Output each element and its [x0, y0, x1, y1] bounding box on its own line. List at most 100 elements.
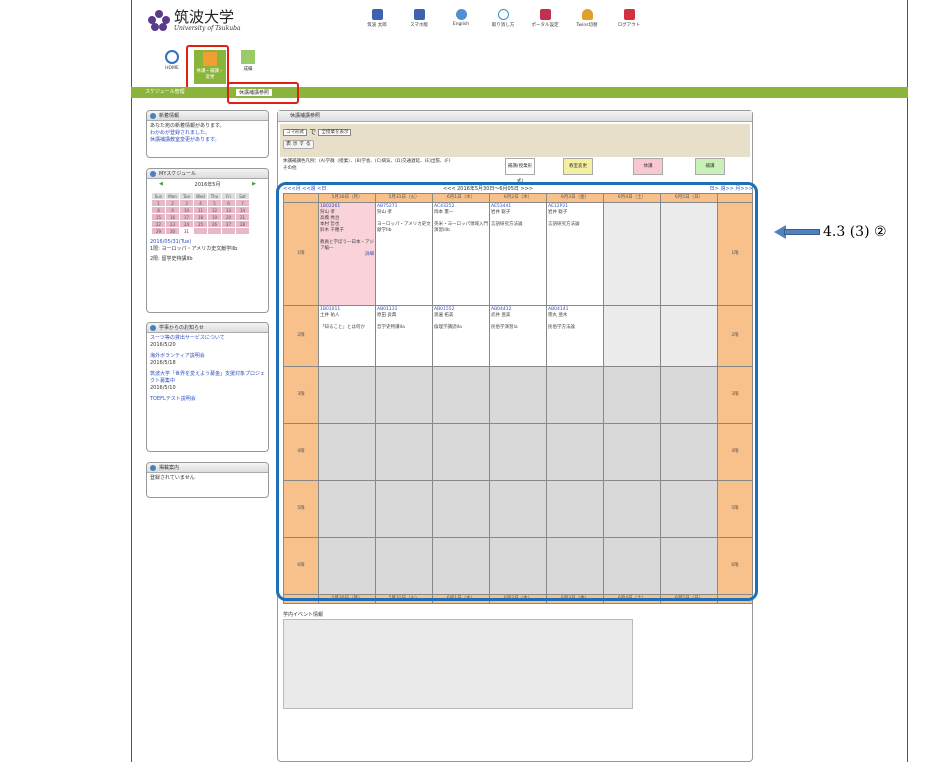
settings-icon [539, 9, 551, 20]
home-icon [165, 50, 179, 64]
calendar-day[interactable]: 12 [207, 206, 222, 214]
logo-jp: 筑波大学 [174, 8, 235, 26]
calendar-day[interactable]: 7 [235, 199, 250, 207]
nav-home[interactable]: HOME [158, 50, 186, 71]
calendar-day [221, 227, 236, 235]
calendar-day[interactable]: 29 [151, 227, 166, 235]
legend-makeup-format: 補講(授業形式) [505, 158, 535, 184]
display-select[interactable]: 全授業を表示 [318, 128, 352, 136]
calendar-day[interactable]: 22 [151, 220, 166, 228]
links-title: 掲載案内 [147, 463, 268, 473]
calendar-day[interactable]: 3 [179, 199, 194, 207]
calendar-day[interactable]: 25 [193, 220, 208, 228]
smartphone-icon [413, 9, 425, 20]
weekday: Sun [151, 192, 166, 200]
weekday: Sat [235, 192, 250, 200]
topnav-logout[interactable]: ログアウト [615, 9, 643, 28]
power-icon [623, 9, 635, 20]
university-logo[interactable]: 筑波大学 University of Tsukuba [148, 10, 241, 32]
nav-grades[interactable]: 成績 [234, 50, 262, 72]
globe-icon [455, 9, 467, 20]
news-date: 2016/5/10 [150, 385, 176, 391]
calendar-day[interactable]: 19 [207, 213, 222, 221]
schedule-item: 2限: 留学史特講IIb [150, 256, 193, 262]
schedule-date[interactable]: 2016/05/31(Tue) [150, 239, 265, 246]
calendar-day[interactable]: 2 [165, 199, 180, 207]
highlight-box-nav [186, 45, 229, 90]
calendar-day[interactable]: 16 [165, 213, 180, 221]
mini-calendar: Sun Mon Tue Wed Thu Fri Sat 1 2 3 4 5 6 7 8 9 10 11 12 13 14… [151, 192, 250, 235]
calendar-day[interactable]: 1 [151, 199, 166, 207]
topnav-howto[interactable]: 取り消し方 [489, 9, 517, 28]
links-empty: 登録されていません [150, 475, 195, 481]
hand-icon [581, 9, 593, 20]
calendar-day[interactable]: 11 [193, 206, 208, 214]
calendar-day[interactable]: 14 [235, 206, 250, 214]
legend-cancel: 休講 [633, 158, 663, 175]
calendar-day[interactable]: 21 [235, 213, 250, 221]
news-link[interactable]: 筑波大学「世界を変えよう募金」支援対象プロジェクト募集中 [150, 371, 265, 385]
calendar-day[interactable]: 26 [207, 220, 222, 228]
calendar-day[interactable]: 10 [179, 206, 194, 214]
calendar-day[interactable]: 4 [193, 199, 208, 207]
calendar-day[interactable]: 9 [165, 206, 180, 214]
weekday: Mon [165, 192, 180, 200]
annotation: 4.3 (3) ② [774, 224, 887, 240]
calendar-day[interactable]: 27 [221, 220, 236, 228]
calendar-day[interactable]: 24 [179, 220, 194, 228]
links-box: 掲載案内 登録されていません [146, 462, 269, 498]
event-label: 学内イベント情報 [283, 612, 324, 618]
show-button[interactable]: 表 示 す る [283, 140, 314, 149]
calendar-day [207, 227, 222, 235]
notice-title: 新着情報 [147, 111, 268, 121]
calendar-day[interactable]: 8 [151, 206, 166, 214]
prev-month-arrow-icon[interactable]: ◀ [159, 181, 163, 188]
calendar-day [235, 227, 250, 235]
format-select[interactable]: コマ形式 [283, 128, 307, 136]
calendar-day[interactable]: 30 [165, 227, 180, 235]
left-arrow-icon [774, 225, 820, 239]
calendar-day[interactable]: 20 [221, 213, 236, 221]
breadcrumb-current[interactable]: 休講補講参照 [236, 89, 273, 96]
calendar-day[interactable]: 17 [179, 213, 194, 221]
calendar-day[interactable]: 13 [221, 206, 236, 214]
user-icon [371, 9, 383, 20]
notice-line: あなた宛の新着情報があります。 [150, 123, 225, 129]
calendar-day[interactable]: 31 [179, 227, 194, 235]
logo-en: University of Tsukuba [174, 25, 241, 32]
myschedule-title: MYスケジュール [147, 169, 268, 179]
calendar-day[interactable]: 28 [235, 220, 250, 228]
label-de: で [309, 128, 317, 136]
calendar-month: 2016年5月 [194, 182, 221, 188]
topnav-smartphone[interactable]: スマホ版 [405, 9, 433, 28]
calendar-day[interactable]: 15 [151, 213, 166, 221]
calendar-day[interactable]: 23 [165, 220, 180, 228]
weekday: Thu [207, 192, 222, 200]
calendar-day[interactable]: 6 [221, 199, 236, 207]
topnav-english[interactable]: English [447, 9, 475, 28]
topnav-user[interactable]: 筑波 太郎 [363, 9, 391, 28]
news-link[interactable]: 海外ボランティア説明会 [150, 353, 265, 360]
legend-room-change: 教室変更 [563, 158, 593, 175]
legend-text: 休講補講色凡例：(A)学群（授業）、(B)学会、(C)病気、(D)交通遅延、(E… [283, 159, 451, 171]
schedule-item: 1限: ヨーロッパ・アメリカ史文献学IIb [150, 246, 238, 252]
topnav-twins[interactable]: Twins切替 [573, 9, 601, 28]
calendar-day[interactable]: 18 [193, 213, 208, 221]
main-title: 休講補講参照 [278, 111, 752, 122]
breadcrumb-schedule[interactable]: スケジュール管理 [145, 88, 185, 95]
topnav-portal-settings[interactable]: ポータル設定 [531, 9, 559, 28]
next-month-arrow-icon[interactable]: ▶ [252, 181, 256, 188]
weekday: Fri [221, 192, 236, 200]
news-link[interactable]: TOEFLテスト説明会 [150, 396, 265, 403]
notice-link[interactable]: わかめが登録されました。 [150, 130, 265, 137]
annotation-label: 4.3 (3) ② [823, 224, 887, 240]
calendar-day[interactable]: 5 [207, 199, 222, 207]
news-box: 学事からのお知らせ スーツ等の貸出サービスについて 2016/5/20 海外ボランテ… [146, 322, 269, 452]
notice-link[interactable]: 休講補講教室変更があります。 [150, 137, 265, 144]
news-date: 2016/5/18 [150, 360, 176, 366]
weekday: Tue [179, 192, 194, 200]
event-textarea[interactable] [283, 619, 633, 709]
myschedule-box: MYスケジュール ◀ 2016年5月 ▶ Sun Mon Tue Wed Thu Fri S… [146, 168, 269, 313]
top-nav: 筑波 太郎 スマホ版 English 取り消し方 ポータル設定 Twins切替 … [363, 9, 643, 28]
news-link[interactable]: スーツ等の貸出サービスについて [150, 335, 265, 342]
